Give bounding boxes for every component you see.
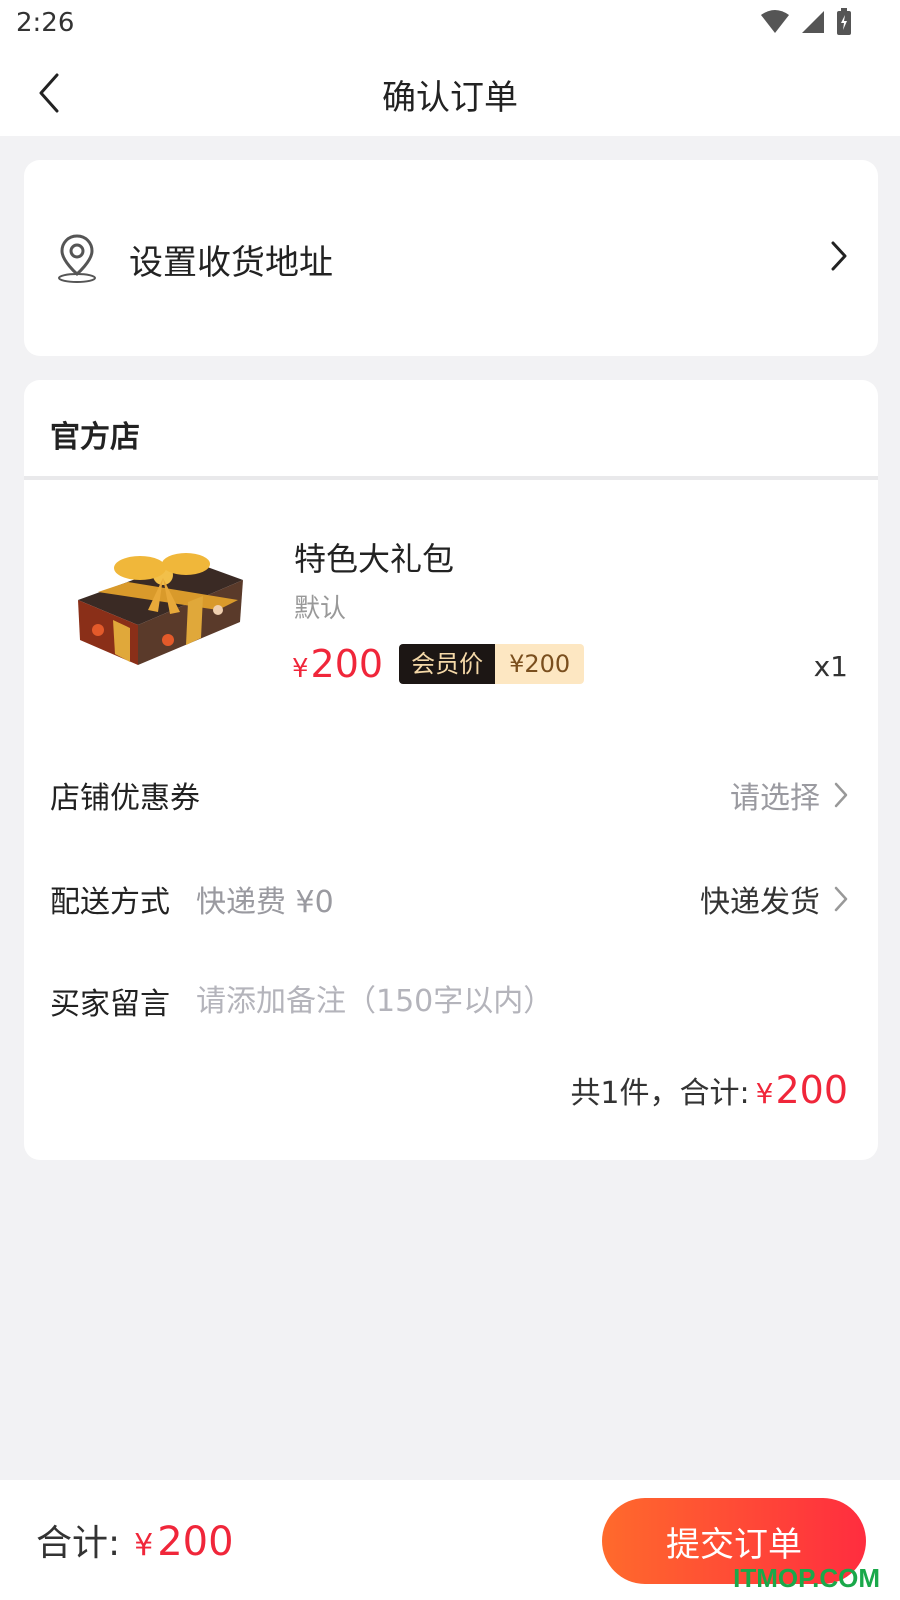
- chevron-right-icon: [834, 782, 848, 808]
- status-bar: 2:26: [0, 0, 900, 50]
- address-card[interactable]: 设置收货地址: [24, 160, 878, 356]
- bottom-bar: 合计: ¥ 200 提交订单 ITMOP.COM: [0, 1480, 900, 1600]
- summary-currency: ¥: [755, 1077, 774, 1110]
- product-price: 200: [310, 642, 384, 686]
- bottom-total-label: 合计:: [36, 1523, 121, 1564]
- signal-icon: [802, 11, 824, 33]
- bottom-total-value: 200: [157, 1519, 234, 1565]
- coupon-row[interactable]: 店铺优惠券 请选择: [50, 770, 848, 820]
- chevron-right-icon: [834, 886, 848, 912]
- header: 确认订单: [0, 50, 900, 136]
- watermark: ITMOP.COM: [733, 1563, 880, 1593]
- coupon-label: 店铺优惠券: [50, 781, 200, 816]
- delivery-method: 快递发货: [700, 885, 820, 920]
- product-spec: 默认: [294, 594, 347, 624]
- delivery-row[interactable]: 配送方式 快递费 ¥0 快递发货: [50, 874, 848, 924]
- battery-icon: [837, 8, 851, 35]
- product-name: 特色大礼包: [294, 540, 455, 578]
- shop-name: 官方店: [50, 420, 140, 455]
- bottom-total-currency: ¥: [134, 1528, 154, 1563]
- summary-total: 200: [775, 1068, 848, 1112]
- message-row: 买家留言: [50, 976, 848, 1026]
- summary-text: 共1件，合计:: [570, 1076, 750, 1111]
- gift-box-image: [78, 553, 243, 665]
- delivery-label: 配送方式: [50, 885, 170, 920]
- order-summary: 共1件，合计: ¥ 200: [570, 1068, 848, 1112]
- member-price: ¥200: [495, 644, 585, 684]
- delivery-fee: 快递费 ¥0: [196, 885, 334, 920]
- member-price-tag: 会员价 ¥200: [399, 644, 585, 684]
- wifi-icon: [761, 10, 789, 33]
- bottom-total: 合计: ¥ 200: [36, 1514, 234, 1566]
- price-row: ¥ 200 会员价 ¥200: [292, 642, 585, 686]
- price-currency: ¥: [292, 654, 309, 684]
- shop-card: 官方店 特色大礼包 默认 ¥ 200 会员价 ¥200 x1 店铺优惠券 请选择: [24, 380, 878, 1160]
- member-label: 会员价: [399, 644, 496, 684]
- coupon-value: 请选择: [730, 781, 820, 816]
- chevron-right-icon: [831, 241, 847, 271]
- location-pin-icon: [58, 234, 96, 283]
- status-time: 2:26: [16, 8, 75, 38]
- set-address-label: 设置收货地址: [129, 243, 333, 283]
- message-label: 买家留言: [50, 987, 170, 1022]
- divider: [24, 476, 878, 480]
- page-title: 确认订单: [382, 78, 518, 118]
- status-icons: [760, 8, 852, 36]
- product-quantity: x1: [813, 650, 848, 683]
- buyer-message-input[interactable]: [196, 983, 756, 1019]
